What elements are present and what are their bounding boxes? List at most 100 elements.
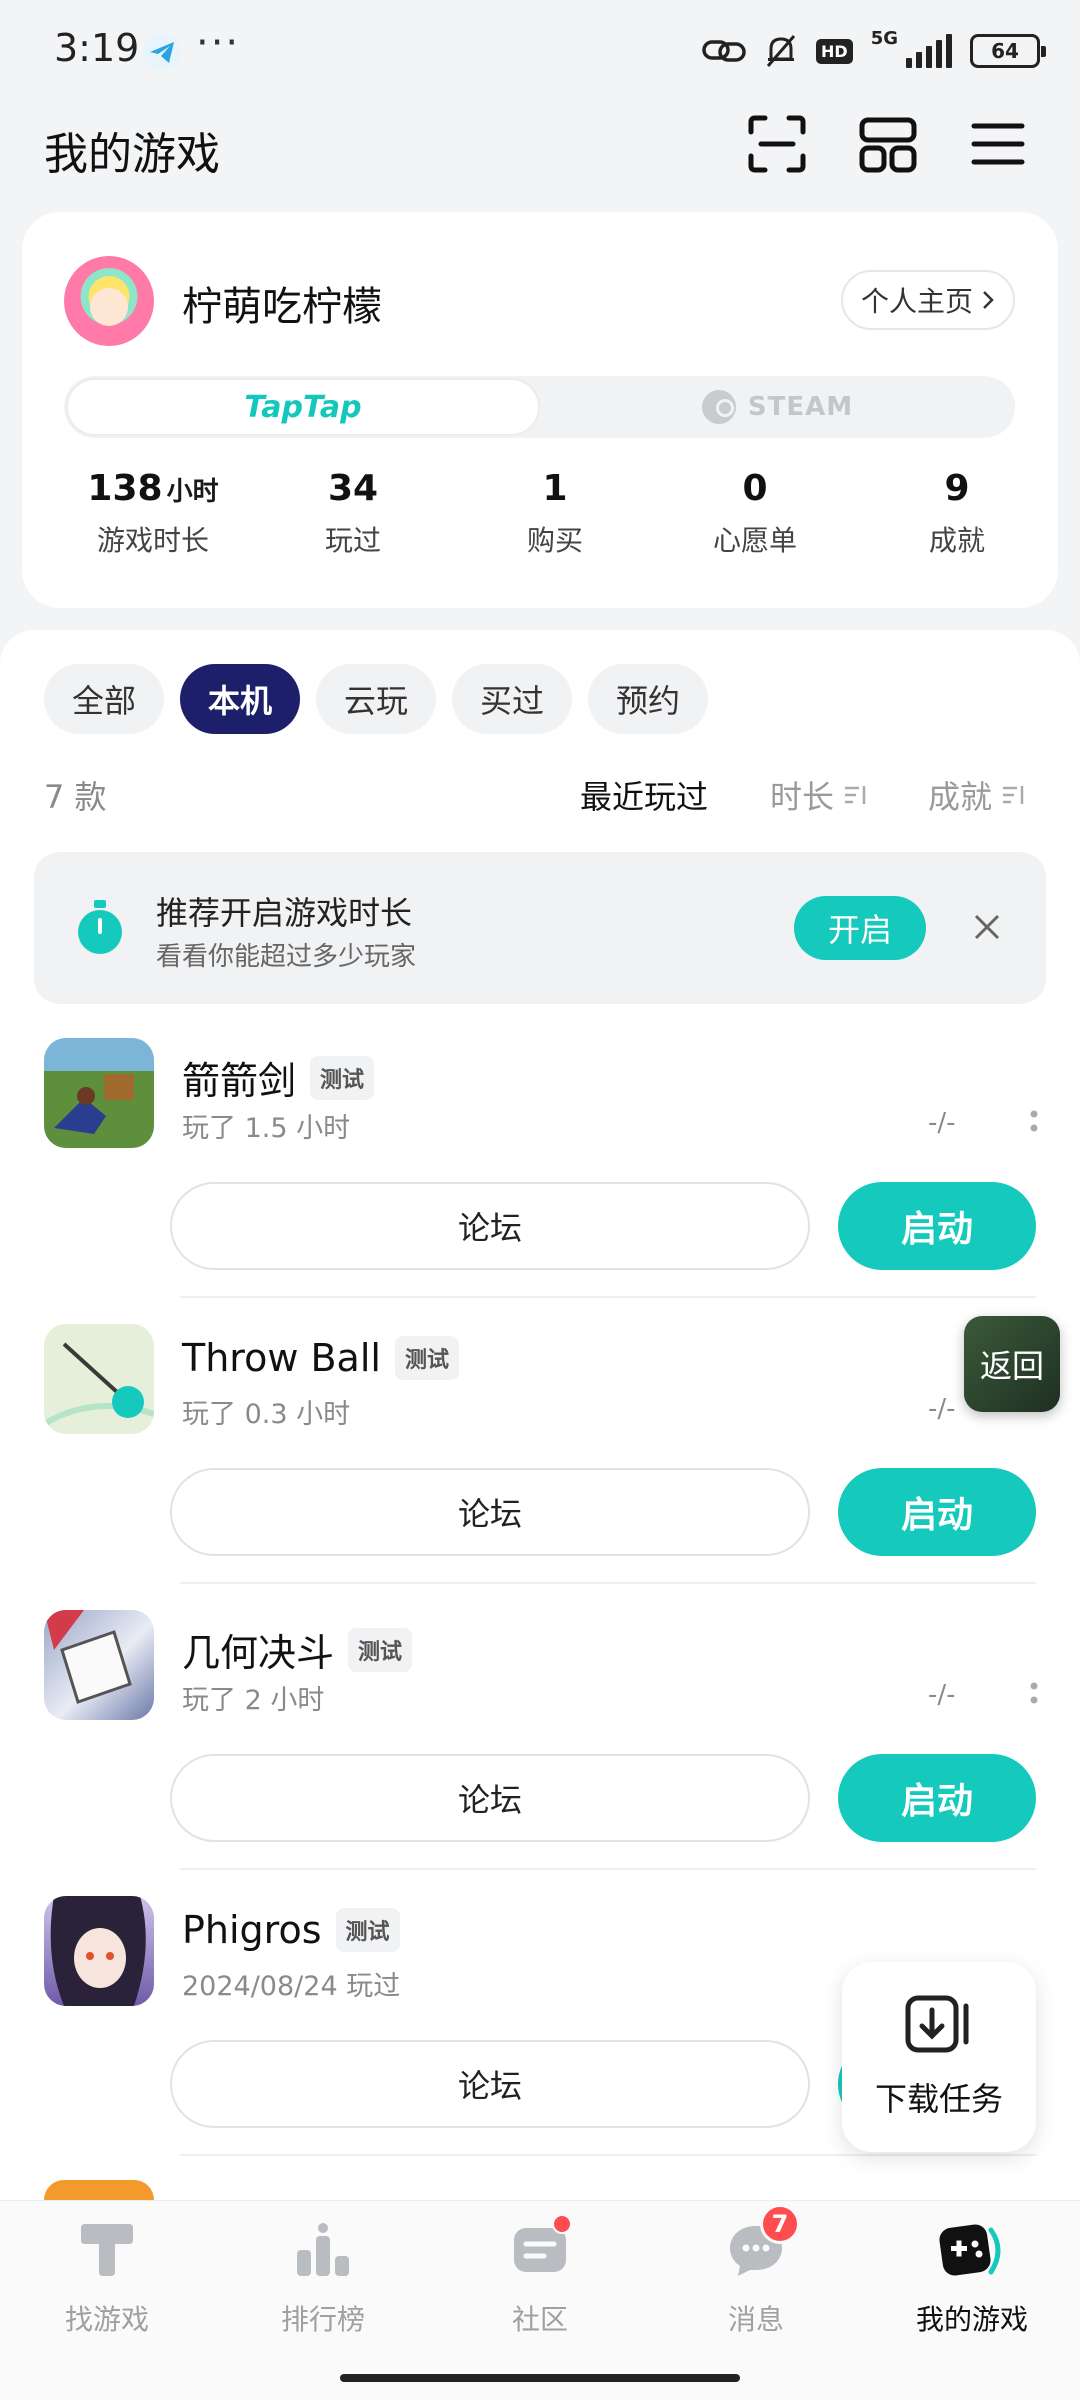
game-played-time: 玩了 2 小时 [182, 1685, 325, 1716]
game-title[interactable]: 几何决斗 测试 [182, 1622, 413, 1677]
game-played-time: 2024/08/24 玩过 [182, 1971, 401, 2002]
sort-duration[interactable]: 时长 [770, 772, 868, 818]
nav-find-games[interactable]: 找游戏 [7, 2222, 207, 2338]
download-icon [905, 1995, 969, 2053]
stat-label: 购买 [526, 524, 583, 557]
game-icon[interactable] [44, 1324, 154, 1434]
forum-button[interactable]: 论坛 [170, 1754, 810, 1842]
row-divider [180, 2154, 1036, 2156]
close-icon[interactable] [966, 906, 1008, 948]
nav-messages[interactable]: 消息 [656, 2222, 856, 2338]
game-art-icon [50, 1896, 146, 2006]
chevron-right-icon [983, 291, 994, 309]
steam-logo-icon [701, 390, 736, 424]
forum-button[interactable]: 论坛 [170, 1182, 810, 1270]
platform-taptap-tab[interactable]: TapTap [66, 378, 540, 436]
filter-tab-local[interactable]: 本机 [180, 664, 300, 734]
stopwatch-icon [78, 900, 122, 954]
filter-tab-reserved[interactable]: 预约 [588, 664, 708, 734]
filter-tab-purchased[interactable]: 买过 [452, 664, 572, 734]
stat-wishlist[interactable]: 0 心愿单 [655, 468, 855, 559]
my-games-icon [939, 2224, 1001, 2276]
game-name: Phigros [182, 1908, 322, 1952]
stat-value: 0 [742, 468, 768, 509]
profile-page-button[interactable]: 个人主页 [841, 270, 1015, 330]
game-title[interactable]: Throw Ball 测试 [182, 1336, 459, 1380]
leaderboard-icon [297, 2223, 349, 2276]
hd-badge: HD [816, 38, 853, 64]
test-badge: 测试 [335, 1908, 400, 1952]
download-tasks-button[interactable]: 下载任务 [842, 1962, 1036, 2152]
launch-button[interactable]: 启动 [838, 1182, 1036, 1270]
launch-button[interactable]: 启动 [838, 1754, 1036, 1842]
stat-label: 成就 [928, 524, 985, 557]
game-achievement-progress: -/- [928, 1394, 956, 1424]
row-divider [180, 1868, 1036, 1870]
more-vertical-icon[interactable] [1028, 1102, 1040, 1142]
stat-unit: 小时 [166, 477, 219, 507]
nav-label: 消息 [727, 2303, 784, 2336]
telegram-notification-icon [143, 33, 181, 71]
menu-icon[interactable] [966, 112, 1030, 176]
status-more-dots: ··· [196, 20, 241, 66]
game-title[interactable]: 箭箭剑 测试 [182, 1050, 375, 1105]
forum-button[interactable]: 论坛 [170, 2040, 810, 2128]
promo-enable-button[interactable]: 开启 [794, 896, 926, 960]
sort-recent[interactable]: 最近玩过 [580, 772, 708, 818]
grid-icon[interactable] [856, 112, 920, 176]
launch-button[interactable]: 启动 [838, 1468, 1036, 1556]
sort-achievements[interactable]: 成就 [928, 772, 1026, 818]
game-count: 7 款 [44, 778, 107, 816]
stat-value: 9 [944, 468, 970, 509]
home-indicator[interactable] [340, 2374, 740, 2382]
profile-page-label: 个人主页 [860, 285, 973, 318]
stat-label: 玩过 [324, 524, 381, 557]
username: 柠萌吃柠檬 [182, 284, 382, 330]
nav-my-games[interactable]: 我的游戏 [872, 2222, 1072, 2338]
row-divider [180, 1582, 1036, 1584]
messages-unread-badge: 7 [760, 2204, 800, 2244]
row-divider [180, 1296, 1036, 1298]
forum-button[interactable]: 论坛 [170, 1468, 810, 1556]
scan-icon[interactable] [745, 112, 809, 176]
more-vertical-icon[interactable] [1028, 1674, 1040, 1714]
game-name: 几何决斗 [182, 1631, 335, 1675]
game-achievement-progress: -/- [928, 1108, 956, 1138]
find-games-icon [81, 2224, 133, 2276]
game-icon[interactable] [44, 1896, 154, 2006]
test-badge: 测试 [310, 1055, 375, 1100]
test-badge: 测试 [348, 1627, 413, 1672]
game-icon[interactable] [44, 1610, 154, 1720]
nav-label: 我的游戏 [915, 2303, 1028, 2336]
stat-achievements[interactable]: 9 成就 [857, 468, 1057, 559]
test-badge: 测试 [394, 1336, 459, 1380]
sort-duration-label: 时长 [770, 778, 835, 816]
nav-leaderboard[interactable]: 排行榜 [223, 2222, 423, 2338]
stat-play-time[interactable]: 138 小时 游戏时长 [53, 468, 253, 559]
sort-icon [845, 786, 866, 804]
filter-tab-all[interactable]: 全部 [44, 664, 164, 734]
stat-label: 心愿单 [712, 524, 797, 557]
nav-label: 社区 [511, 2303, 568, 2336]
stat-value: 138 [87, 468, 163, 509]
avatar[interactable] [64, 256, 154, 346]
platform-toggle: TapTap STEAM [64, 376, 1015, 438]
game-played-time: 玩了 1.5 小时 [182, 1113, 351, 1144]
status-bar: 3:19 ··· HD 5G 64 [0, 0, 1080, 100]
promo-title: 推荐开启游戏时长 [156, 894, 413, 932]
battery-icon: 64 [970, 34, 1046, 68]
game-art-icon [54, 1074, 134, 1134]
back-float-button[interactable]: 返回 [964, 1316, 1060, 1412]
game-title[interactable]: Phigros 测试 [182, 1908, 400, 1952]
nav-community[interactable]: 社区 [440, 2222, 640, 2338]
platform-steam-tab[interactable]: STEAM [540, 378, 1015, 436]
status-time: 3:19 [54, 26, 140, 70]
network-label: 5G [870, 28, 898, 49]
stat-purchased[interactable]: 1 购买 [455, 468, 655, 559]
game-icon[interactable] [44, 1038, 154, 1148]
game-art-icon [44, 1610, 132, 1704]
signal-icon [906, 34, 952, 68]
stat-played[interactable]: 34 玩过 [253, 468, 453, 559]
steam-label: STEAM [747, 392, 854, 422]
filter-tab-cloud[interactable]: 云玩 [316, 664, 436, 734]
